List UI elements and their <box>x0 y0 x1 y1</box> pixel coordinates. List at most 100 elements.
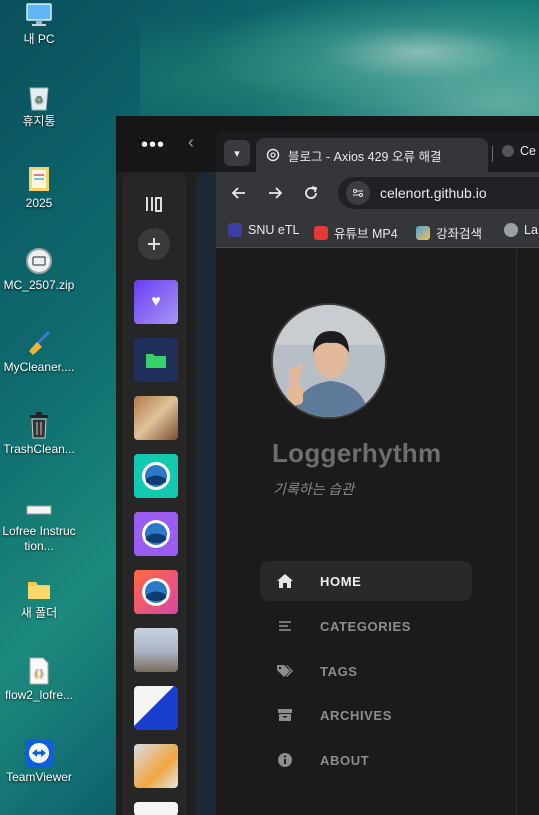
nav-label: HOME <box>320 573 362 589</box>
chrome-browser: ▾ 블로그 - Axios 429 오류 해결 Ce celenort.gith… <box>216 132 539 815</box>
sidebar-gap <box>196 172 216 815</box>
bookmark-course-search[interactable]: 강좌검색 <box>416 223 482 242</box>
svg-text:♻: ♻ <box>35 95 44 106</box>
sidebar-tile-photo-1[interactable] <box>134 396 178 440</box>
globe-app-icon <box>142 578 170 606</box>
bookmark-label: 강좌검색 <box>436 227 483 241</box>
page-divider <box>516 249 517 815</box>
forward-button[interactable] <box>264 182 286 204</box>
nav-label: ARCHIVES <box>320 707 392 723</box>
teamviewer-icon <box>24 738 54 768</box>
desktop-icon-trashclean[interactable]: TrashClean... <box>0 410 78 457</box>
desktop-icon-label: MyCleaner.... <box>3 360 75 374</box>
desktop-icon-flow2[interactable]: {} flow2_lofre... <box>0 656 78 703</box>
desktop-icon-2025[interactable]: 2025 <box>0 164 78 211</box>
course-search-icon <box>416 225 430 240</box>
tab-title: 블로그 - Axios 429 오류 해결 <box>288 149 442 164</box>
sidebar-tile-app-1[interactable] <box>134 454 178 498</box>
site-favicon-icon <box>502 145 514 157</box>
nav-item-categories[interactable]: CATEGORIES <box>260 606 472 646</box>
desktop-icon-label: TrashClean... <box>3 442 75 456</box>
computer-icon <box>24 0 54 30</box>
desktop-icon-label: 내 PC <box>23 32 55 46</box>
desktop-icon-mc-zip[interactable]: MC_2507.zip <box>0 246 78 293</box>
plus-icon[interactable] <box>138 228 170 260</box>
sidebar-tile-favorites[interactable]: ♥ <box>134 280 178 324</box>
bookmark-label: SNU eTL <box>248 223 300 237</box>
address-bar[interactable]: celenort.github.io <box>338 177 539 209</box>
browser-window: ••• ‹ ♥ ▾ 블로그 - Axios 429 오류 해결 Ce celen… <box>116 116 539 815</box>
site-title[interactable]: Loggerhythm <box>272 438 441 469</box>
nav-item-about[interactable]: ABOUT <box>260 740 472 780</box>
nav-item-archives[interactable]: ARCHIVES <box>260 695 472 735</box>
sidebar-tile-folder[interactable] <box>134 338 178 382</box>
tags-icon <box>260 664 310 678</box>
desktop-icon-label: MC_2507.zip <box>3 278 75 292</box>
sidebar-tile-app-3[interactable] <box>134 570 178 614</box>
desktop-icon-lofree[interactable]: Lofree Instruction... <box>0 498 78 554</box>
bookmarks-bar: SNU eTL 유튜브 MP4 강좌검색 La <box>216 214 539 248</box>
nav-item-tags[interactable]: TAGS <box>260 651 472 691</box>
browser-toolbar: celenort.github.io <box>216 172 539 214</box>
trash-icon <box>24 410 54 440</box>
globe-icon <box>504 223 518 237</box>
tab-active[interactable]: 블로그 - Axios 429 오류 해결 <box>256 138 488 172</box>
download-icon <box>314 225 328 240</box>
desktop-icon-label: 휴지통 <box>22 114 56 128</box>
globe-app-icon <box>142 462 170 490</box>
tab-inactive[interactable]: Ce <box>502 144 536 158</box>
bookmark-la[interactable]: La <box>504 223 538 237</box>
bookmark-snu-etl[interactable]: SNU eTL <box>228 223 299 237</box>
tab-search-button[interactable]: ▾ <box>224 140 250 166</box>
avatar[interactable] <box>271 303 387 419</box>
list-icon <box>260 620 310 632</box>
tab-title: Ce <box>520 144 536 158</box>
desktop-icon-label: flow2_lofre... <box>4 688 74 702</box>
menu-button[interactable]: ••• <box>141 134 165 157</box>
desktop-icon-teamviewer[interactable]: TeamViewer <box>0 738 78 785</box>
tab-strip: ▾ 블로그 - Axios 429 오류 해결 Ce <box>216 132 539 172</box>
folder-icon <box>24 574 54 604</box>
sidebar-tile-photo-4[interactable] <box>134 744 178 788</box>
broom-icon <box>24 328 54 358</box>
site-info-icon[interactable] <box>346 181 370 205</box>
sidebar-back-button[interactable]: ‹ <box>188 132 194 153</box>
folder-icon <box>146 354 166 368</box>
desktop-icon-label: 2025 <box>25 196 53 210</box>
desktop-icon-mycleaner[interactable]: MyCleaner.... <box>0 328 78 375</box>
home-icon <box>260 573 310 589</box>
recycle-bin-icon: ♻ <box>24 82 54 112</box>
snu-icon <box>228 223 242 237</box>
sidebar-tile-app-2[interactable] <box>134 512 178 556</box>
sidebar-tile-photo-5[interactable] <box>134 802 178 815</box>
reload-button[interactable] <box>300 182 322 204</box>
back-button[interactable] <box>228 182 250 204</box>
desktop-icon-recycle-bin[interactable]: ♻ 휴지통 <box>0 82 78 129</box>
nav-item-home[interactable]: HOME <box>260 561 472 601</box>
heart-icon: ♥ <box>151 293 161 310</box>
json-file-icon: {} <box>24 656 54 686</box>
reload-icon <box>305 186 318 199</box>
bookmark-youtube-mp4[interactable]: 유튜브 MP4 <box>314 223 398 242</box>
openai-icon <box>266 148 280 162</box>
bookmark-label: 유튜브 MP4 <box>334 227 398 241</box>
browser-sidebar: ♥ <box>122 172 186 815</box>
desktop-icon-label: TeamViewer <box>6 770 72 784</box>
chevron-down-icon: ▾ <box>234 147 240 160</box>
tab-separator <box>492 146 493 162</box>
desktop-icon-label: Lofree Instruction... <box>2 524 76 553</box>
arrow-right-icon <box>269 187 283 199</box>
sidebar-tile-photo-3[interactable] <box>134 686 178 730</box>
arrow-left-icon <box>231 187 245 199</box>
desktop-icon-new-folder[interactable]: 새 폴더 <box>0 574 78 621</box>
desktop-wallpaper <box>140 0 539 130</box>
desktop-icon-my-pc[interactable]: 내 PC <box>0 0 78 47</box>
sidebar-tile-photo-2[interactable] <box>134 628 178 672</box>
site-subtitle: 기록하는 습관 <box>273 481 355 497</box>
folder-icon <box>24 164 54 194</box>
bookmark-label: La <box>524 223 538 237</box>
globe-app-icon <box>142 520 170 548</box>
svg-text:{}: {} <box>34 669 45 679</box>
library-icon[interactable] <box>140 190 168 218</box>
info-icon <box>260 752 310 768</box>
